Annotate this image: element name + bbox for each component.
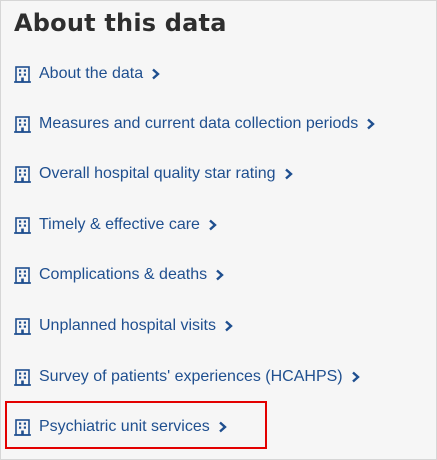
building-icon [14,165,31,183]
nav-item-timely-and-effective-care[interactable]: Timely & effective care [14,212,217,238]
nav-item-label: About the data [39,65,144,82]
building-icon [14,368,31,386]
nav-item-label: Overall hospital quality star rating [39,165,276,182]
nav-item-about-the-data[interactable]: About the data [14,61,160,87]
nav-item-label: Unplanned hospital visits [39,317,216,334]
chevron-right-icon [152,68,160,80]
building-icon [14,266,31,284]
nav-item-label: Timely & effective care [39,216,200,233]
nav-item-survey-of-patients-experiences[interactable]: Survey of patients' experiences (HCAHPS) [14,364,360,390]
chevron-right-icon [216,269,224,281]
panel-title: About this data [14,9,227,37]
building-icon [14,418,31,436]
about-this-data-panel: About this data About the data Measures … [0,0,437,460]
nav-item-psychiatric-unit-services[interactable]: Psychiatric unit services [14,414,227,440]
chevron-right-icon [284,168,293,180]
nav-item-label: Survey of patients' experiences (HCAHPS) [39,368,343,385]
nav-item-measures-and-data-collection-periods[interactable]: Measures and current data collection per… [14,111,376,137]
nav-item-label: Complications & deaths [39,266,208,283]
nav-item-complications-and-deaths[interactable]: Complications & deaths [14,262,224,288]
building-icon [14,317,31,335]
chevron-right-icon [367,118,376,130]
building-icon [14,115,31,133]
chevron-right-icon [351,371,360,383]
nav-item-label: Psychiatric unit services [39,418,210,435]
chevron-right-icon [225,320,233,332]
nav-item-label: Measures and current data collection per… [39,115,359,132]
chevron-right-icon [218,421,227,433]
building-icon [14,216,31,234]
building-icon [14,65,31,83]
nav-item-unplanned-hospital-visits[interactable]: Unplanned hospital visits [14,313,233,339]
chevron-right-icon [209,219,217,231]
nav-item-overall-hospital-quality-star-rating[interactable]: Overall hospital quality star rating [14,161,293,187]
